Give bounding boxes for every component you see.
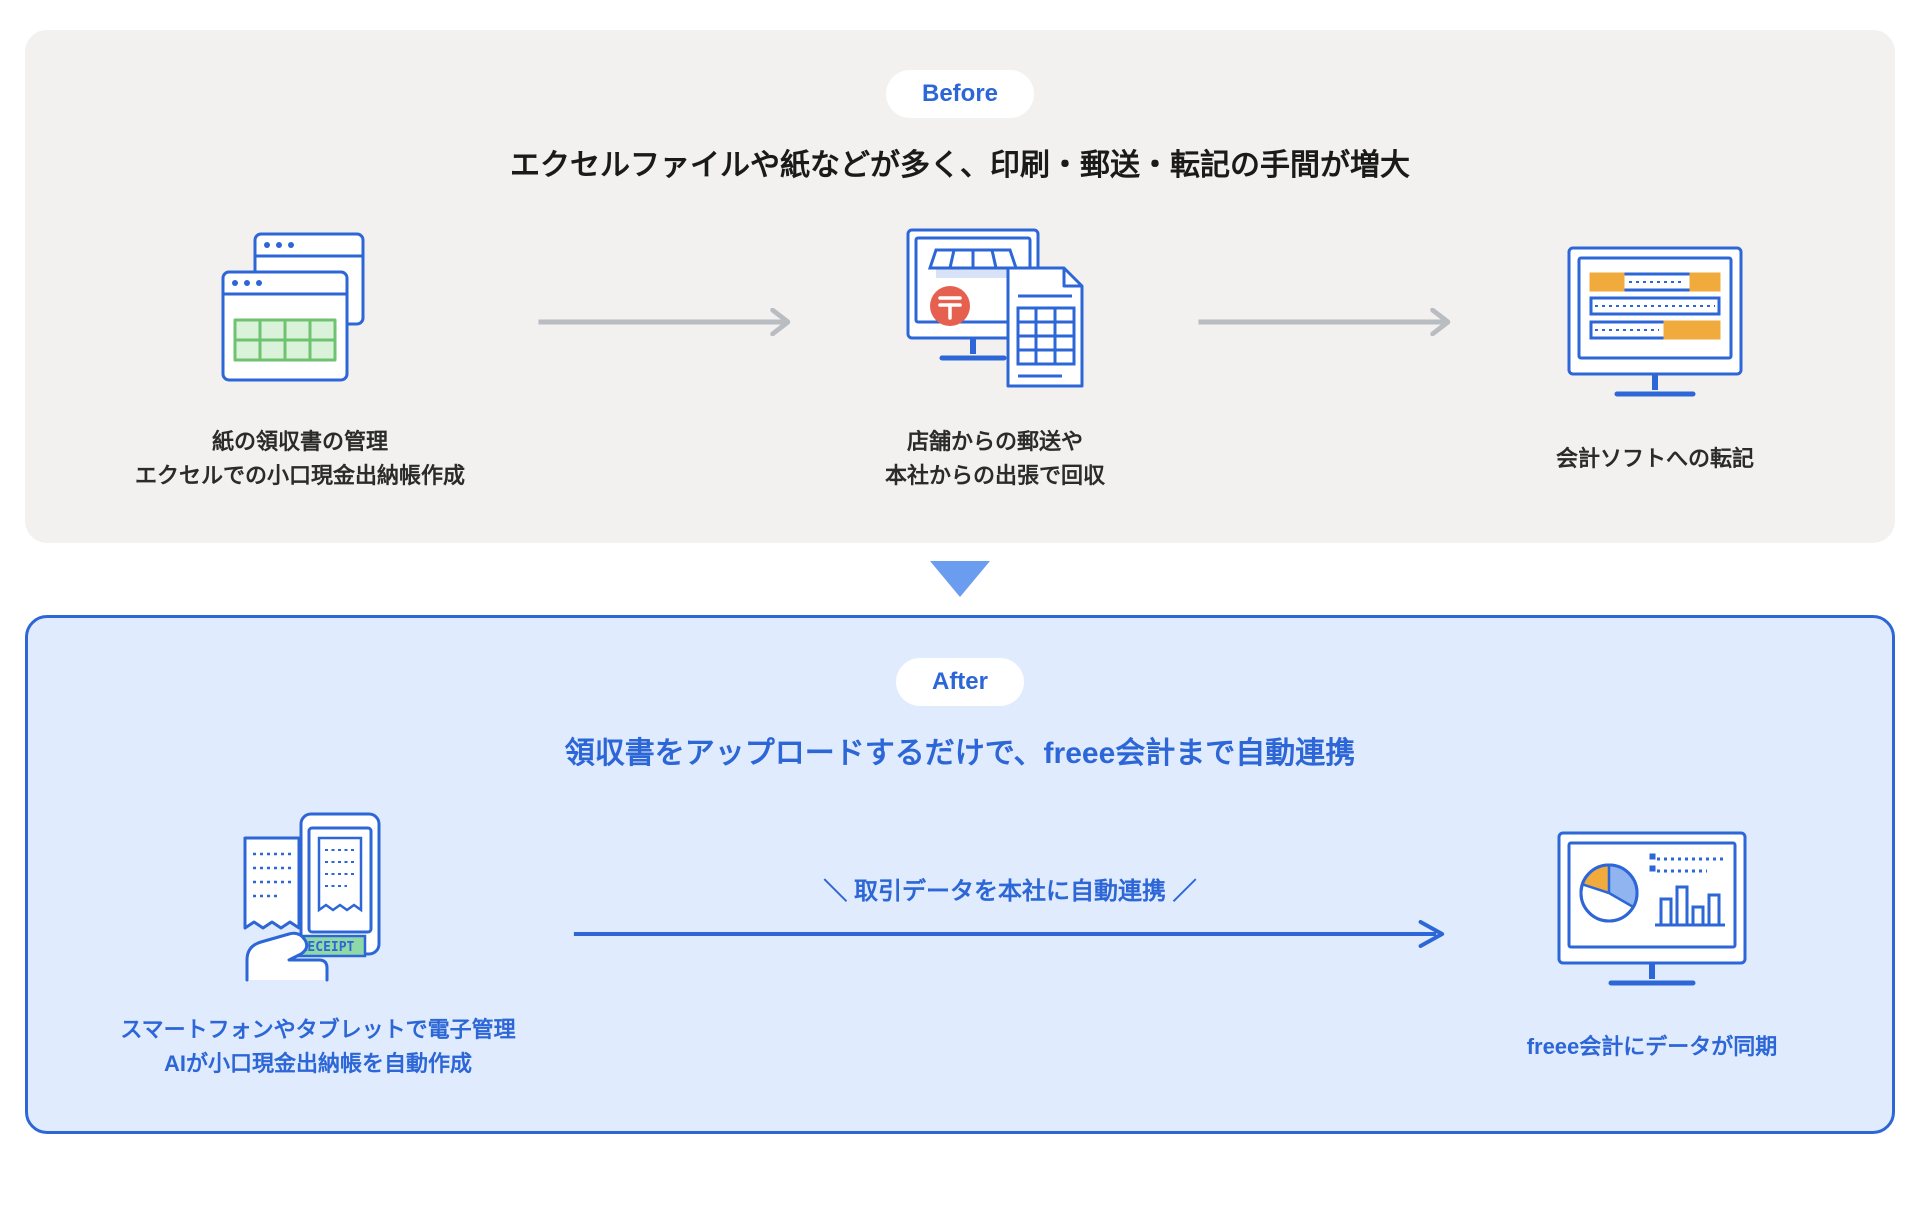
before-step-1: 紙の領収書の管理 エクセルでの小口現金出納帳作成 xyxy=(85,220,515,493)
after-arrow: ＼ 取引データを本社に自動連携 ／ xyxy=(568,871,1452,1018)
after-title: 領収書をアップロードするだけで、freee会計まで自動連携 xyxy=(88,728,1832,772)
spreadsheet-icon xyxy=(215,220,385,395)
before-step-3-caption: 会計ソフトへの転記 xyxy=(1556,442,1754,476)
after-row: RECEIPT スマートフォンやタブレットで電子管理 AIが小口現金出納帳を自動… xyxy=(88,808,1832,1081)
before-title: エクセルファイルや紙などが多く、印刷・郵送・転記の手間が増大 xyxy=(85,140,1835,184)
before-step-2-caption: 店舗からの郵送や 本社からの出張で回収 xyxy=(885,425,1105,493)
down-triangle-icon xyxy=(930,561,990,597)
dashboard-monitor-icon xyxy=(1547,825,1757,1000)
before-row: 紙の領収書の管理 エクセルでの小口現金出納帳作成 xyxy=(85,220,1835,493)
before-badge: Before xyxy=(886,70,1034,118)
before-step-2: 店舗からの郵送や 本社からの出張で回収 xyxy=(815,220,1175,493)
accounting-monitor-icon xyxy=(1555,237,1755,412)
before-step-3: 会計ソフトへの転記 xyxy=(1475,237,1835,476)
after-badge: After xyxy=(896,658,1024,706)
after-step-2-caption: freee会計にデータが同期 xyxy=(1527,1030,1778,1064)
after-step-1-caption: スマートフォンやタブレットで電子管理 AIが小口現金出納帳を自動作成 xyxy=(120,1013,515,1081)
after-step-1: RECEIPT スマートフォンやタブレットで電子管理 AIが小口現金出納帳を自動… xyxy=(88,808,548,1081)
mail-monitor-icon xyxy=(890,220,1100,395)
before-step-1-caption: 紙の領収書の管理 エクセルでの小口現金出納帳作成 xyxy=(135,425,465,493)
phone-receipt-icon: RECEIPT xyxy=(223,808,413,983)
before-panel: Before エクセルファイルや紙などが多く、印刷・郵送・転記の手間が増大 xyxy=(25,30,1895,543)
before-arrow-2 xyxy=(1195,308,1455,406)
after-panel: After 領収書をアップロードするだけで、freee会計まで自動連携 xyxy=(25,615,1895,1134)
after-arrow-label: ＼ 取引データを本社に自動連携 ／ xyxy=(568,871,1452,906)
after-step-2: freee会計にデータが同期 xyxy=(1472,825,1832,1064)
before-arrow-1 xyxy=(535,308,795,406)
